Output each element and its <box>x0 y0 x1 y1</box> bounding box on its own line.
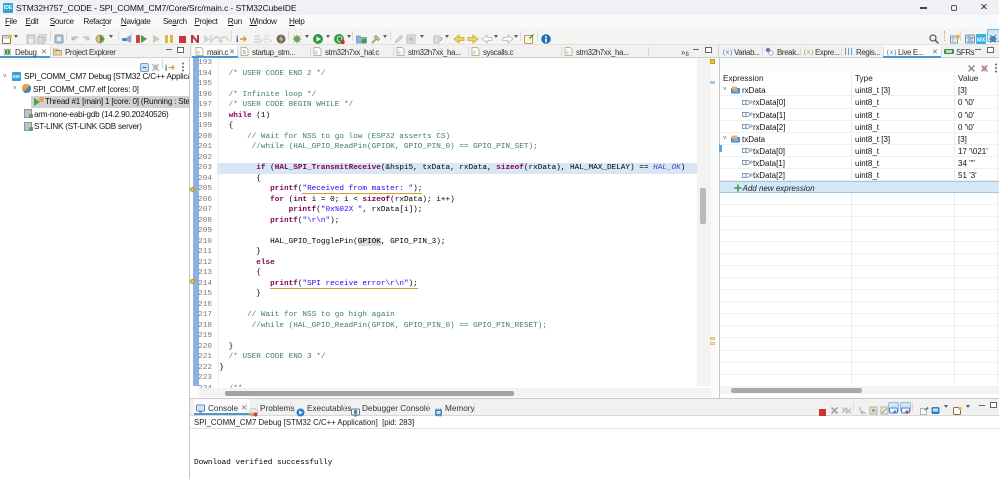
svg-text:S: S <box>243 50 246 56</box>
svg-text:i: i <box>236 34 239 44</box>
svg-text:(x)=: (x)= <box>722 49 732 56</box>
svg-text:C: C <box>970 38 974 44</box>
svg-text:MX: MX <box>977 38 986 44</box>
svg-text:(x): (x) <box>803 49 813 56</box>
svg-text:(x): (x) <box>886 49 896 56</box>
